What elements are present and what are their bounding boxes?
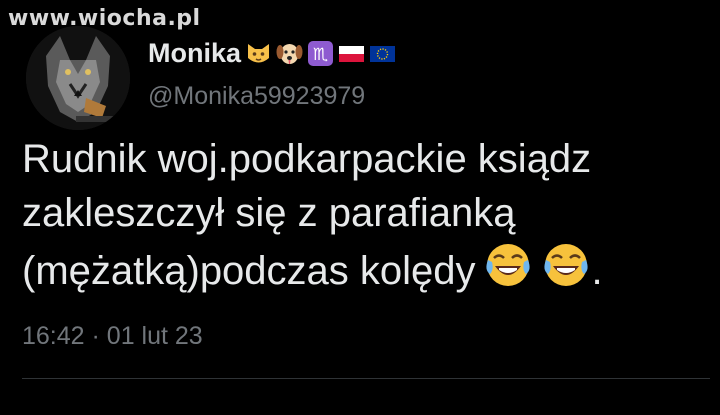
poland-flag-icon bbox=[338, 40, 365, 67]
cat-face-icon bbox=[245, 40, 272, 67]
author-display-name[interactable]: Monika bbox=[148, 38, 241, 69]
tweet-trailing-punct: . bbox=[591, 249, 603, 293]
eu-flag-icon bbox=[369, 40, 396, 67]
divider bbox=[22, 378, 710, 379]
tears-of-joy-icon bbox=[482, 240, 534, 290]
tweet-time: 16:42 bbox=[22, 322, 85, 350]
tweet-line: Rudnik woj.podkarpackie ksiądz bbox=[22, 137, 592, 181]
tweet-line: zakleszczył się z parafianką bbox=[22, 191, 516, 235]
wolf-avatar-image bbox=[26, 26, 130, 130]
avatar[interactable] bbox=[26, 26, 130, 130]
tweet-timestamp[interactable]: 16:42 · 01 lut 23 bbox=[22, 322, 203, 351]
tears-of-joy-icon bbox=[540, 240, 592, 290]
scorpio-sign-icon: ♏ bbox=[307, 40, 334, 67]
author-name-row[interactable]: Monika ♏ bbox=[148, 35, 396, 71]
tweet-line-text: (mężatką)podczas kolędy bbox=[22, 249, 476, 293]
watermark: www.wiocha.pl bbox=[8, 6, 201, 31]
tweet-text: Rudnik woj.podkarpackie ksiądz zakleszcz… bbox=[22, 132, 712, 298]
svg-text:♏: ♏ bbox=[313, 45, 328, 65]
tweet-date: 01 lut 23 bbox=[106, 322, 203, 350]
tweet-line-last: (mężatką)podczas kolędy. bbox=[22, 240, 712, 298]
meta-separator: · bbox=[91, 322, 100, 350]
author-handle[interactable]: @Monika59923979 bbox=[148, 82, 365, 111]
dog-face-icon bbox=[276, 40, 303, 67]
